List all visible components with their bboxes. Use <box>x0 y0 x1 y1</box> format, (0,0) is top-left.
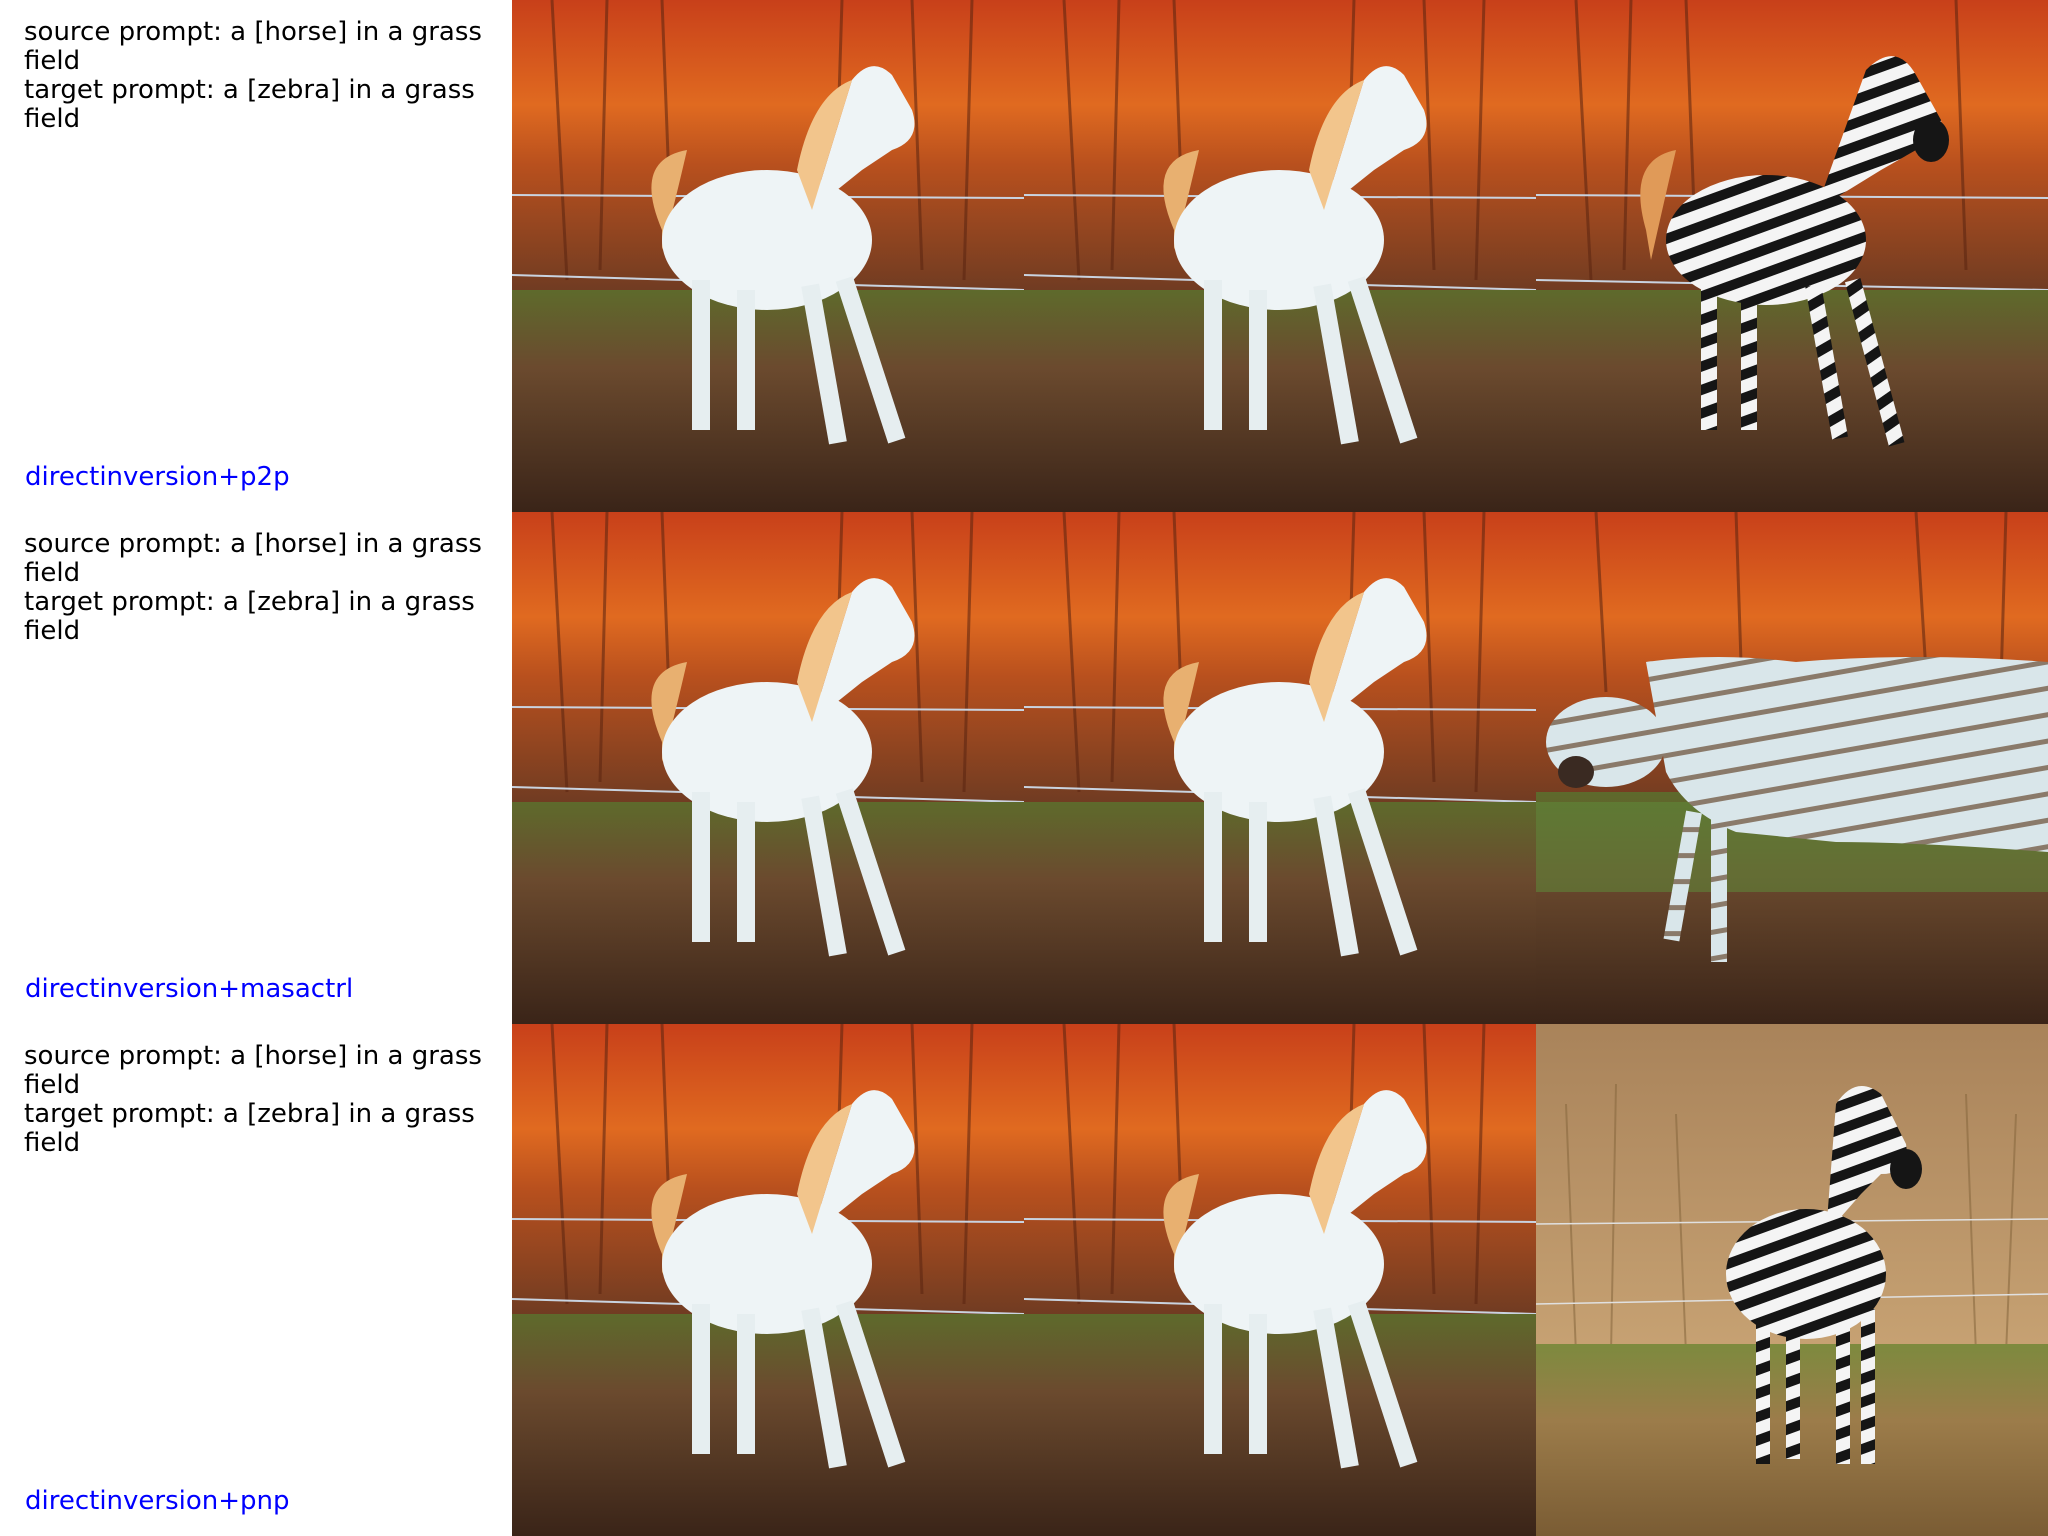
caption-cell: source prompt: a [horse] in a grass fiel… <box>0 1024 512 1536</box>
source-prompt: source prompt: a [horse] in a grass fiel… <box>24 17 482 76</box>
edited-zebra-photo <box>1536 1024 2048 1536</box>
method-label: directinversion+p2p <box>25 462 290 492</box>
prompt-block: source prompt: a [horse] in a grass fiel… <box>24 18 484 134</box>
result-row-p2p: source prompt: a [horse] in a grass fiel… <box>0 0 2048 512</box>
edited-image <box>1536 0 2048 512</box>
target-prompt: target prompt: a [zebra] in a grass fiel… <box>24 1099 475 1158</box>
edited-zebra-photo <box>1536 512 2048 1024</box>
source-image <box>512 512 1024 1024</box>
result-row-masactrl: source prompt: a [horse] in a grass fiel… <box>0 512 2048 1024</box>
result-row-pnp: source prompt: a [horse] in a grass fiel… <box>0 1024 2048 1536</box>
prompt-block: source prompt: a [horse] in a grass fiel… <box>24 530 484 646</box>
edited-image <box>1536 1024 2048 1536</box>
target-prompt: target prompt: a [zebra] in a grass fiel… <box>24 587 475 646</box>
source-image <box>512 0 1024 512</box>
source-horse-photo <box>512 512 1024 1024</box>
source-prompt: source prompt: a [horse] in a grass fiel… <box>24 529 482 588</box>
source-prompt: source prompt: a [horse] in a grass fiel… <box>24 1041 482 1100</box>
method-label: directinversion+masactrl <box>25 974 354 1004</box>
reconstructed-horse-photo <box>1024 1024 1536 1536</box>
reconstructed-horse-photo <box>1024 512 1536 1024</box>
comparison-grid: source prompt: a [horse] in a grass fiel… <box>0 0 2048 1536</box>
source-horse-photo <box>512 1024 1024 1536</box>
reconstructed-image <box>1024 1024 1536 1536</box>
edited-zebra-photo <box>1536 0 2048 512</box>
target-prompt: target prompt: a [zebra] in a grass fiel… <box>24 75 475 134</box>
edited-image <box>1536 512 2048 1024</box>
method-label: directinversion+pnp <box>25 1486 290 1516</box>
caption-cell: source prompt: a [horse] in a grass fiel… <box>0 512 512 1024</box>
caption-cell: source prompt: a [horse] in a grass fiel… <box>0 0 512 512</box>
reconstructed-horse-photo <box>1024 0 1536 512</box>
prompt-block: source prompt: a [horse] in a grass fiel… <box>24 1042 484 1158</box>
reconstructed-image <box>1024 512 1536 1024</box>
source-image <box>512 1024 1024 1536</box>
source-horse-photo <box>512 0 1024 512</box>
reconstructed-image <box>1024 0 1536 512</box>
